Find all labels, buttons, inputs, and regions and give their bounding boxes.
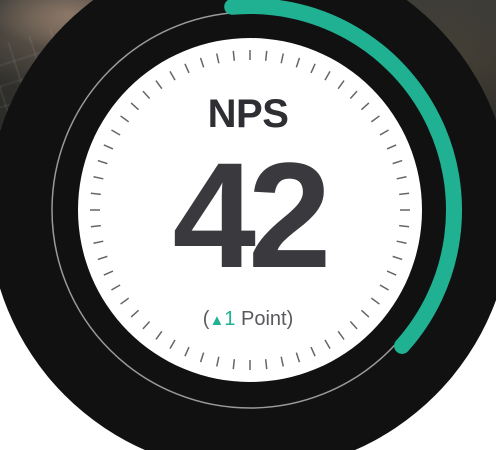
change-value: 1 [224, 308, 236, 330]
gauge-tick [264, 50, 268, 61]
gauge-change: (▲1 Point) [0, 308, 496, 331]
up-arrow-icon: ▲ [209, 312, 225, 329]
change-unit: Point) [235, 308, 294, 330]
gauge-tick [232, 359, 236, 370]
gauge-tick [264, 359, 268, 370]
nps-gauge: NPS 42 (▲1 Point) [0, 0, 496, 450]
gauge-value: 42 [172, 131, 332, 299]
gauge-tick [232, 50, 236, 61]
